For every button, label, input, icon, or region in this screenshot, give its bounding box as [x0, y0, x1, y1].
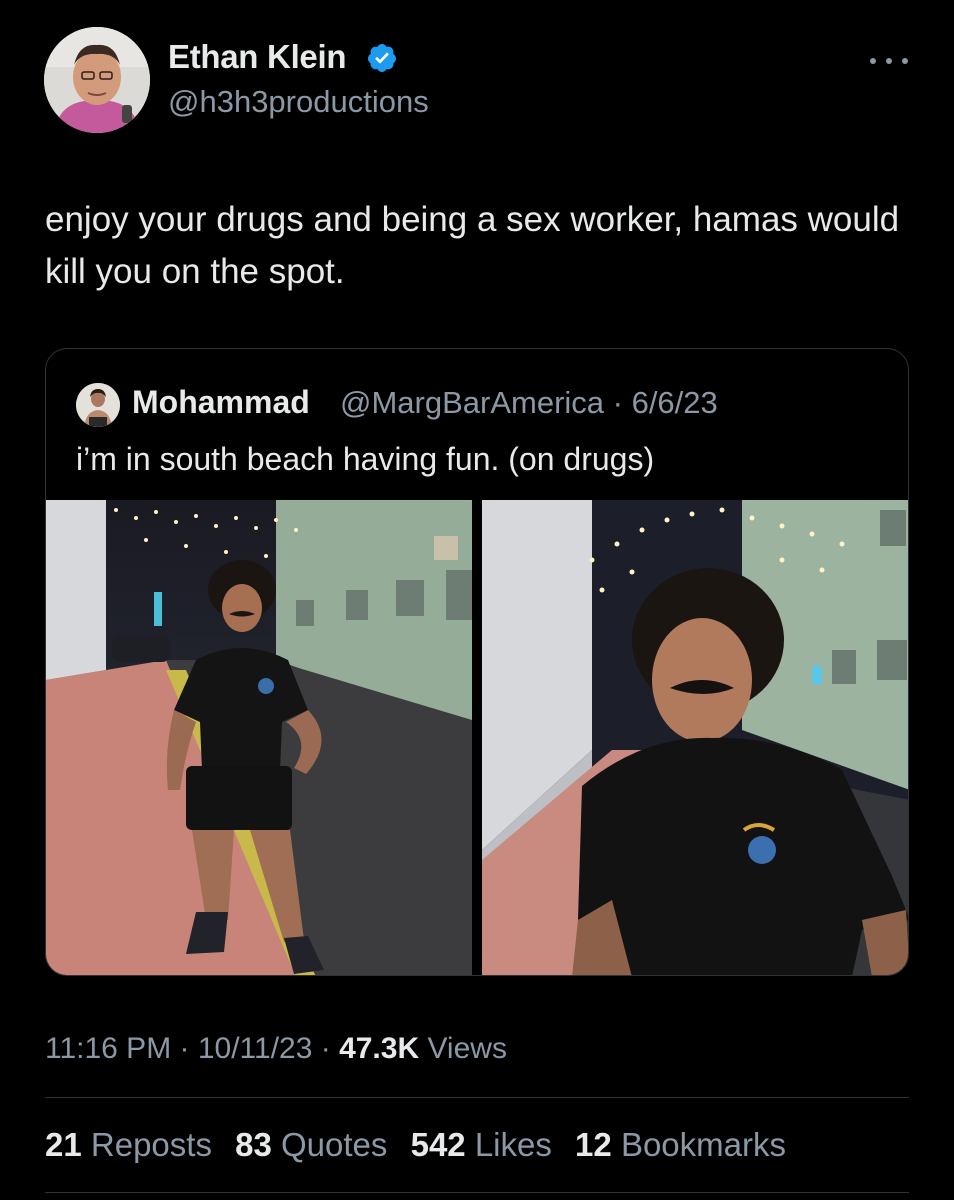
- engagement-stats: 21 Reposts 83 Quotes 542 Likes 12 Bookma…: [45, 1126, 800, 1164]
- quoted-photo-2[interactable]: [482, 500, 908, 975]
- verified-badge-icon: [367, 44, 396, 72]
- views-count: 47.3K: [339, 1032, 420, 1065]
- views-label: Views: [419, 1032, 507, 1065]
- quoted-photo-1[interactable]: [46, 500, 472, 975]
- quoted-author-avatar[interactable]: [76, 383, 120, 427]
- more-icon[interactable]: [870, 54, 908, 68]
- divider-top: [45, 1097, 909, 1098]
- reposts-stat[interactable]: 21 Reposts: [45, 1126, 212, 1163]
- quoted-tweet-text: i’m in south beach having fun. (on drugs…: [76, 441, 655, 477]
- quoted-tweet-card[interactable]: Mohammad @MargBarAmerica · 6/6/23 i’m in…: [45, 348, 909, 976]
- author-name[interactable]: Ethan Klein: [168, 38, 347, 76]
- quoted-author-name[interactable]: Mohammad: [132, 384, 310, 421]
- divider-bottom: [45, 1192, 909, 1193]
- author-avatar[interactable]: [44, 27, 150, 133]
- tweet-text: enjoy your drugs and being a sex worker,…: [45, 200, 900, 291]
- quoted-author-handle-date[interactable]: @MargBarAmerica · 6/6/23: [340, 385, 718, 421]
- tweet-page: Ethan Klein @h3h3productions enjoy your …: [0, 0, 954, 1200]
- likes-stat[interactable]: 542 Likes: [411, 1126, 552, 1163]
- quotes-stat[interactable]: 83 Quotes: [235, 1126, 387, 1163]
- tweet-meta: 11:16 PM · 10/11/23 · 47.3K Views: [45, 1032, 507, 1066]
- bookmarks-stat[interactable]: 12 Bookmarks: [575, 1126, 786, 1163]
- tweet-timestamp[interactable]: 11:16 PM · 10/11/23 ·: [45, 1032, 339, 1065]
- author-handle[interactable]: @h3h3productions: [168, 84, 429, 120]
